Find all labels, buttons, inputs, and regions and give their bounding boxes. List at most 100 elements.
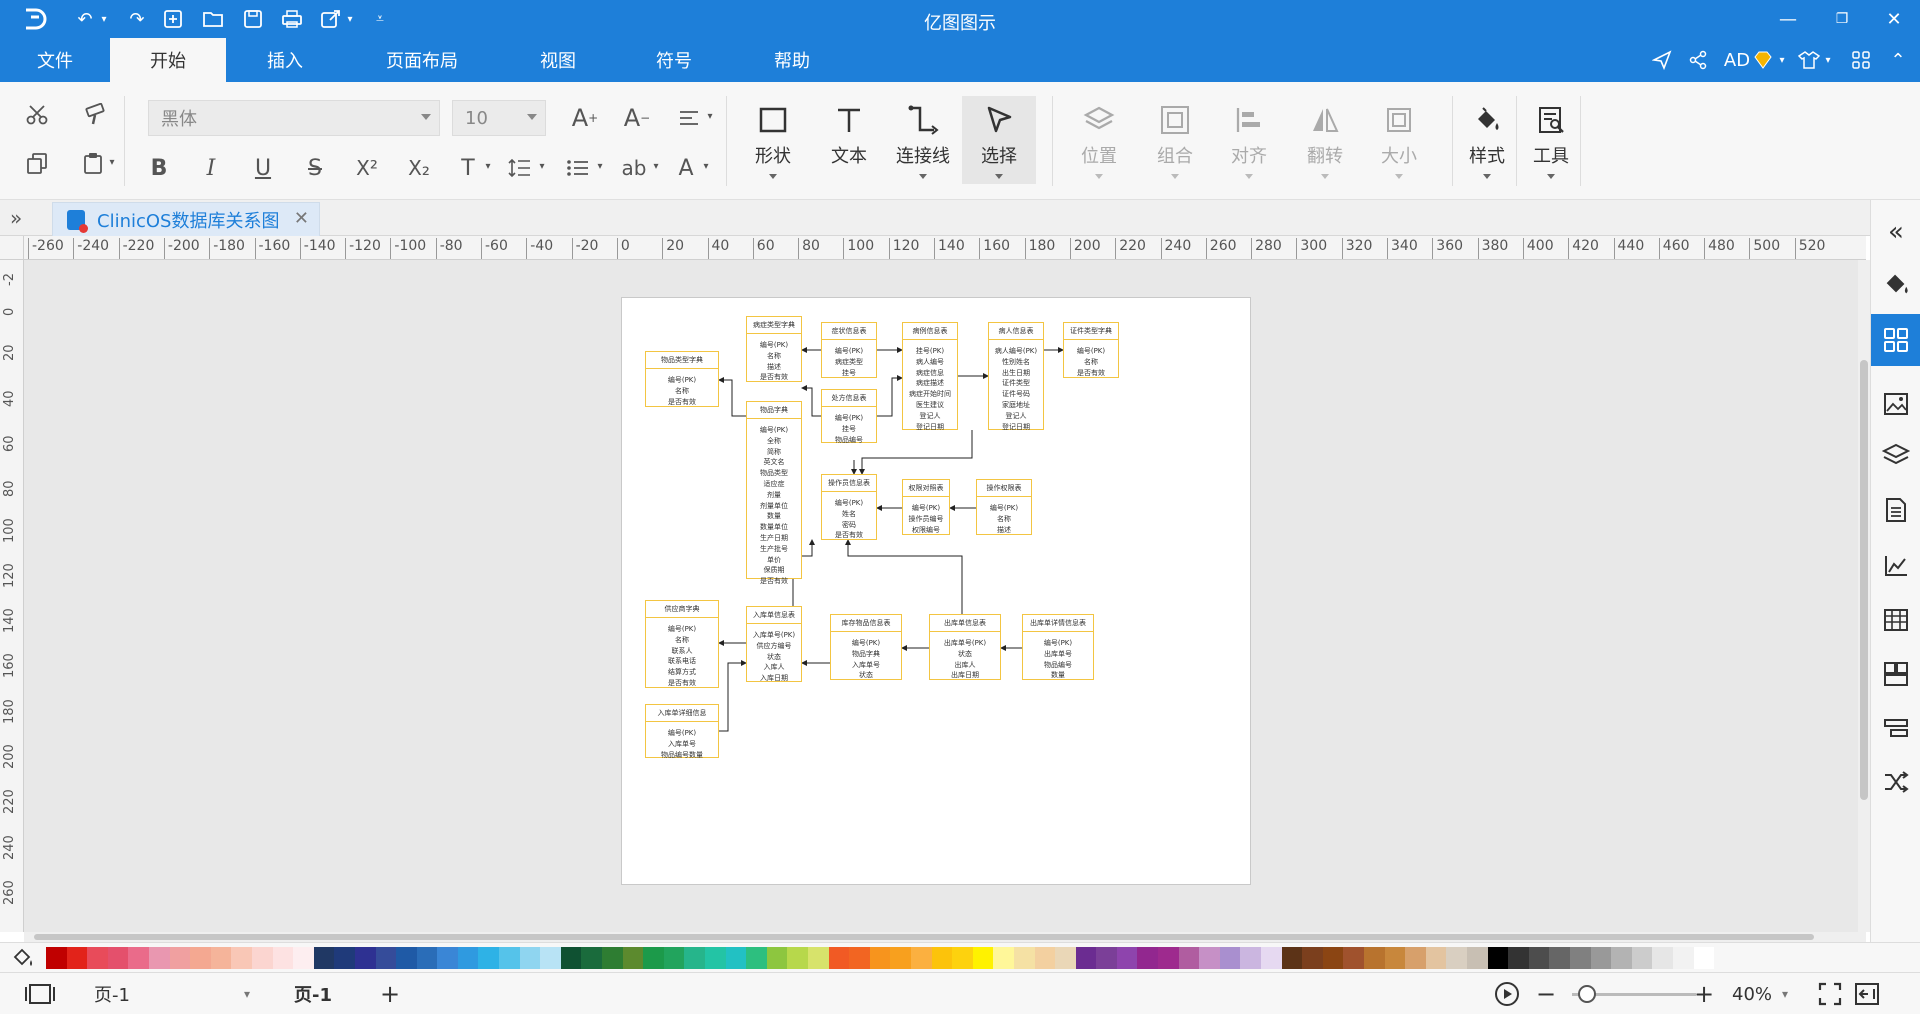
- layers-icon[interactable]: [1871, 430, 1920, 482]
- er-entity[interactable]: 入库单信息表 入库单号(PK) 供应方编号 状态 入库人 入库日期: [746, 606, 802, 682]
- restore-icon[interactable]: ❐: [1822, 4, 1862, 34]
- color-swatch[interactable]: [293, 947, 314, 969]
- color-swatch[interactable]: [1364, 947, 1385, 969]
- export-icon[interactable]: [318, 7, 344, 31]
- align-dropdown-icon[interactable]: ▾: [704, 108, 716, 124]
- color-swatch[interactable]: [787, 947, 808, 969]
- color-swatch[interactable]: [437, 947, 458, 969]
- color-swatch[interactable]: [663, 947, 685, 969]
- text-format-button[interactable]: T: [454, 152, 482, 184]
- italic-button[interactable]: I: [196, 152, 226, 184]
- collapse-ribbon-icon[interactable]: ⌃: [1886, 48, 1910, 72]
- color-swatch[interactable]: [1219, 947, 1241, 969]
- color-swatch[interactable]: [1137, 947, 1159, 969]
- color-swatch[interactable]: [1590, 947, 1612, 969]
- zoom-dropdown-icon[interactable]: ▾: [1782, 973, 1788, 1014]
- color-swatch[interactable]: [1281, 947, 1303, 969]
- color-swatch[interactable]: [128, 947, 149, 969]
- color-swatch[interactable]: [354, 947, 376, 969]
- app-logo-icon[interactable]: [22, 6, 48, 32]
- select-tool-button[interactable]: 选择: [962, 96, 1036, 184]
- color-swatch[interactable]: [931, 947, 953, 969]
- vip-diamond-icon[interactable]: [1752, 48, 1774, 72]
- color-swatch[interactable]: [766, 947, 788, 969]
- er-entity[interactable]: 出库单详情信息表 编号(PK) 出库单号 物品编号 数量: [1022, 614, 1094, 680]
- paste-dropdown-icon[interactable]: ▾: [106, 154, 118, 170]
- color-swatch[interactable]: [190, 947, 211, 969]
- add-page-icon[interactable]: +: [380, 973, 400, 1014]
- color-swatch[interactable]: [1096, 947, 1117, 969]
- font-size-select[interactable]: 10: [452, 100, 546, 136]
- color-swatch[interactable]: [1693, 947, 1715, 969]
- color-swatch[interactable]: [1013, 947, 1035, 969]
- expand-library-icon[interactable]: »: [10, 206, 22, 230]
- page-outline-icon[interactable]: [1871, 484, 1920, 536]
- apps-icon[interactable]: [1848, 48, 1874, 72]
- color-swatch[interactable]: [849, 947, 870, 969]
- color-swatch[interactable]: [746, 947, 767, 969]
- color-swatch[interactable]: [952, 947, 973, 969]
- zoom-slider-thumb[interactable]: [1578, 985, 1597, 1003]
- text-case-dropdown-icon[interactable]: ▾: [650, 158, 662, 174]
- color-swatch[interactable]: [499, 947, 520, 969]
- color-swatch[interactable]: [46, 947, 67, 969]
- subscript-button[interactable]: X₂: [402, 152, 436, 184]
- er-entity[interactable]: 操作员信息表 编号(PK) 姓名 密码 是否有效: [821, 474, 877, 540]
- close-icon[interactable]: ✕: [1874, 4, 1914, 34]
- er-entity[interactable]: 操作权限表 编号(PK) 名称 描述: [976, 479, 1032, 535]
- color-swatch[interactable]: [1158, 947, 1179, 969]
- color-swatch[interactable]: [375, 947, 397, 969]
- color-swatch[interactable]: [1405, 947, 1426, 969]
- table-icon[interactable]: [1871, 594, 1920, 646]
- format-painter-icon[interactable]: [80, 100, 110, 130]
- color-swatch[interactable]: [107, 947, 129, 969]
- fill-icon[interactable]: [1871, 258, 1920, 310]
- er-entity[interactable]: 供应商字典 编号(PK) 名称 联系人 联系电话 结算方式 是否有效: [645, 600, 719, 688]
- horizontal-scrollbar[interactable]: [24, 932, 1866, 942]
- line-spacing-dropdown-icon[interactable]: ▾: [536, 158, 548, 174]
- color-swatch[interactable]: [705, 947, 726, 969]
- color-swatch[interactable]: [1302, 947, 1323, 969]
- scrollbar-thumb[interactable]: [34, 934, 1814, 940]
- symbol-library-icon[interactable]: [1871, 314, 1920, 366]
- tab-page-layout[interactable]: 页面布局: [370, 38, 474, 82]
- color-swatch[interactable]: [1343, 947, 1364, 969]
- color-swatch[interactable]: [1322, 947, 1344, 969]
- color-swatch[interactable]: [622, 947, 644, 969]
- er-entity[interactable]: 权限对照表 编号(PK) 操作员编号 权限编号: [902, 479, 950, 535]
- color-swatch[interactable]: [560, 947, 582, 969]
- color-swatch[interactable]: [1466, 947, 1488, 969]
- color-swatch[interactable]: [828, 947, 850, 969]
- copy-icon[interactable]: [22, 148, 52, 178]
- close-tab-icon[interactable]: ✕: [294, 208, 309, 229]
- color-swatch[interactable]: [684, 947, 705, 969]
- color-swatch[interactable]: [1240, 947, 1262, 969]
- color-swatch[interactable]: [416, 947, 438, 969]
- fill-bucket-icon[interactable]: [12, 947, 34, 969]
- relationship-connector[interactable]: [859, 430, 973, 475]
- open-icon[interactable]: [200, 7, 226, 31]
- color-swatch[interactable]: [334, 947, 355, 969]
- er-entity[interactable]: 证件类型字典 编号(PK) 名称 是否有效: [1063, 322, 1119, 378]
- fit-page-icon[interactable]: [1818, 973, 1842, 1014]
- page-view-icon[interactable]: [24, 973, 64, 1014]
- color-swatch[interactable]: [972, 947, 994, 969]
- color-swatch[interactable]: [519, 947, 541, 969]
- zoom-level[interactable]: 40%: [1732, 973, 1772, 1014]
- color-swatch[interactable]: [1611, 947, 1632, 969]
- color-swatch[interactable]: [1425, 947, 1447, 969]
- bullet-list-icon[interactable]: [562, 152, 594, 184]
- decrease-font-icon[interactable]: A −: [620, 102, 654, 134]
- color-swatch[interactable]: [1631, 947, 1653, 969]
- er-entity[interactable]: 库存物品信息表 编号(PK) 物品字典 入库单号 状态: [830, 614, 902, 680]
- strikethrough-button[interactable]: S: [300, 152, 330, 184]
- zoom-in-icon[interactable]: +: [1694, 973, 1714, 1014]
- drawing-page[interactable]: 物品类型字典 编号(PK) 名称 是否有效 病症类型字典 编号(PK) 名称 描述 是否有效 症状…: [621, 297, 1251, 885]
- color-swatch[interactable]: [1446, 947, 1467, 969]
- page-tab[interactable]: 页-1: [294, 973, 332, 1014]
- color-swatch[interactable]: [272, 947, 294, 969]
- undo-icon[interactable]: ↶: [70, 7, 100, 31]
- group-tool-button[interactable]: 组合: [1140, 96, 1210, 184]
- tools-tool-button[interactable]: 工具: [1516, 96, 1586, 184]
- flip-tool-button[interactable]: 翻转: [1290, 96, 1360, 184]
